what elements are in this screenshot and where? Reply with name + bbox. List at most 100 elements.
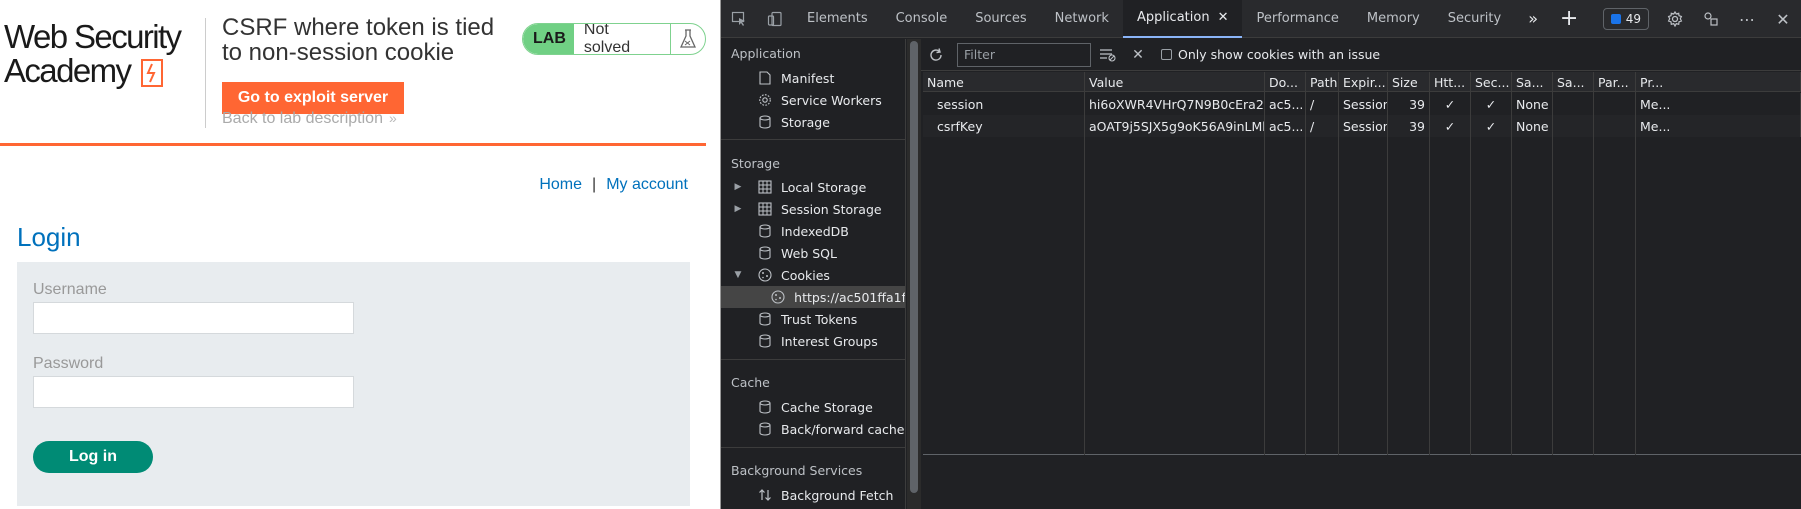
cell-expires: Session (1339, 93, 1388, 115)
close-devtools-icon[interactable]: ✕ (1765, 0, 1801, 38)
sidebar-divider (721, 139, 905, 140)
sidebar-item-web-sql[interactable]: Web SQL (721, 242, 905, 264)
sidebar-item-label: Local Storage (781, 179, 867, 195)
expand-arrow-icon[interactable]: ▶ (721, 182, 755, 192)
sidebar-item-label: Service Workers (781, 92, 882, 108)
table-header-row: Name Value Do... Path Expir... Size Htt... Sec.… (923, 72, 1801, 92)
back-link-label: Back to lab description (222, 110, 383, 127)
column-header-sameparty[interactable]: Sa... (1553, 72, 1594, 92)
sidebar-item-local-storage[interactable]: ▶ Local Storage (721, 176, 905, 198)
cell-sameparty (1553, 93, 1594, 115)
log-in-button[interactable]: Log in (33, 441, 153, 473)
back-to-lab-description-link[interactable]: Back to lab description » (222, 110, 397, 128)
column-header-httponly[interactable]: Htt... (1430, 72, 1471, 92)
sidebar-item-interest-groups[interactable]: Interest Groups (721, 330, 905, 352)
checkbox-box[interactable] (1161, 49, 1172, 60)
up-down-arrows-icon (755, 487, 775, 503)
sidebar-item-back-forward-cache[interactable]: Back/forward cache (721, 418, 905, 440)
tab-security[interactable]: Security (1434, 0, 1515, 38)
login-heading: Login (17, 222, 81, 252)
table-row[interactable]: csrfKey aOAT9j5SJX5g9oK56A9inLMb... ac5...… (923, 115, 1801, 137)
username-input[interactable] (33, 302, 354, 334)
device-toolbar-icon[interactable] (757, 0, 793, 38)
column-header-value[interactable]: Value (1085, 72, 1265, 92)
tab-sources[interactable]: Sources (961, 0, 1040, 38)
filter-input[interactable]: Filter (957, 42, 1091, 67)
database-icon (755, 114, 775, 130)
tab-elements[interactable]: Elements (793, 0, 882, 38)
database-icon (755, 333, 775, 349)
cookie-icon (768, 289, 788, 305)
cell-domain: ac5... (1265, 93, 1306, 115)
table-grid-icon (755, 201, 775, 217)
add-tab-icon[interactable]: + (1551, 0, 1587, 38)
column-header-path[interactable]: Path (1306, 72, 1339, 92)
column-header-samesite[interactable]: Sa... (1512, 72, 1553, 92)
password-input[interactable] (33, 376, 354, 408)
clear-filtered-cookies-icon[interactable] (1091, 40, 1125, 70)
column-header-size[interactable]: Size (1388, 72, 1430, 92)
cookies-pane: Filter ✕ Only show cookies with an issue… (921, 39, 1801, 509)
sidebar-item-cookie-origin[interactable]: https://ac501ffa1f (721, 286, 905, 308)
sidebar-scrollbar[interactable] (907, 39, 921, 509)
sidebar-item-storage[interactable]: Storage (721, 111, 905, 133)
sidebar-item-label: Cache Storage (781, 399, 873, 415)
sidebar-item-label: IndexedDB (781, 223, 849, 239)
sidebar-item-indexeddb[interactable]: IndexedDB (721, 220, 905, 242)
column-divider (1552, 92, 1553, 455)
table-grid-icon (755, 179, 775, 195)
tab-memory[interactable]: Memory (1353, 0, 1434, 38)
gear-icon (755, 92, 775, 108)
sidebar-item-cache-storage[interactable]: Cache Storage (721, 396, 905, 418)
close-tab-icon[interactable]: ✕ (1218, 10, 1229, 25)
delete-selected-icon[interactable]: ✕ (1125, 40, 1151, 70)
cell-size: 39 (1388, 93, 1430, 115)
nav-my-account-link[interactable]: My account (606, 176, 688, 193)
tab-performance[interactable]: Performance (1242, 0, 1352, 38)
column-header-expires[interactable]: Expir... (1339, 72, 1388, 92)
customize-devtools-icon[interactable] (1693, 0, 1729, 38)
issues-badge[interactable]: 49 (1602, 8, 1649, 30)
more-tabs-icon[interactable]: » (1515, 0, 1551, 38)
sidebar-item-service-workers[interactable]: Service Workers (721, 89, 905, 111)
column-header-partition-key[interactable]: Par... (1594, 72, 1636, 92)
collapse-arrow-icon[interactable]: ▼ (721, 270, 755, 280)
cell-domain: ac5... (1265, 115, 1306, 137)
cell-samesite: None (1512, 93, 1553, 115)
column-header-domain[interactable]: Do... (1265, 72, 1306, 92)
sidebar-item-background-fetch[interactable]: Background Fetch (721, 484, 905, 506)
sidebar-item-session-storage[interactable]: ▶ Session Storage (721, 198, 905, 220)
login-form: Username Password Log in (17, 262, 690, 506)
table-row[interactable]: session hi6oXWR4VHrQ7N9B0cEra2c... ac5... /… (923, 93, 1801, 115)
refresh-icon[interactable] (921, 40, 951, 70)
sidebar-item-label: Manifest (781, 70, 835, 86)
nav-home-link[interactable]: Home (539, 176, 582, 193)
scrollbar-thumb[interactable] (910, 41, 918, 493)
column-divider (1305, 92, 1306, 455)
cell-httponly: ✓ (1430, 115, 1471, 137)
sidebar-item-label: Interest Groups (781, 333, 878, 349)
column-divider (1593, 92, 1594, 455)
gear-icon[interactable] (1657, 0, 1693, 38)
web-security-academy-logo[interactable]: Web Security Academy (4, 20, 204, 98)
column-header-priority[interactable]: Pr... (1636, 72, 1801, 92)
sidebar-item-cookies[interactable]: ▼ Cookies (721, 264, 905, 286)
column-header-name[interactable]: Name (923, 72, 1085, 92)
column-divider (1635, 92, 1636, 455)
sidebar-item-label: Back/forward cache (781, 421, 905, 437)
sidebar-item-manifest[interactable]: Manifest (721, 67, 905, 89)
inspect-element-icon[interactable] (721, 0, 757, 38)
only-show-issues-checkbox[interactable]: Only show cookies with an issue (1161, 47, 1380, 62)
sidebar-item-trust-tokens[interactable]: Trust Tokens (721, 308, 905, 330)
logo-text-line2: Academy (4, 54, 204, 88)
tab-console[interactable]: Console (882, 0, 962, 38)
document-icon (755, 70, 775, 86)
sidebar-item-label: Session Storage (781, 201, 882, 217)
tab-application[interactable]: Application ✕ (1122, 0, 1243, 38)
tab-network[interactable]: Network (1041, 0, 1123, 38)
more-options-icon[interactable]: ⋯ (1729, 0, 1765, 38)
cell-priority: Me... (1636, 93, 1801, 115)
column-header-secure[interactable]: Sec... (1471, 72, 1512, 92)
cell-priority: Me... (1636, 115, 1801, 137)
expand-arrow-icon[interactable]: ▶ (721, 204, 755, 214)
